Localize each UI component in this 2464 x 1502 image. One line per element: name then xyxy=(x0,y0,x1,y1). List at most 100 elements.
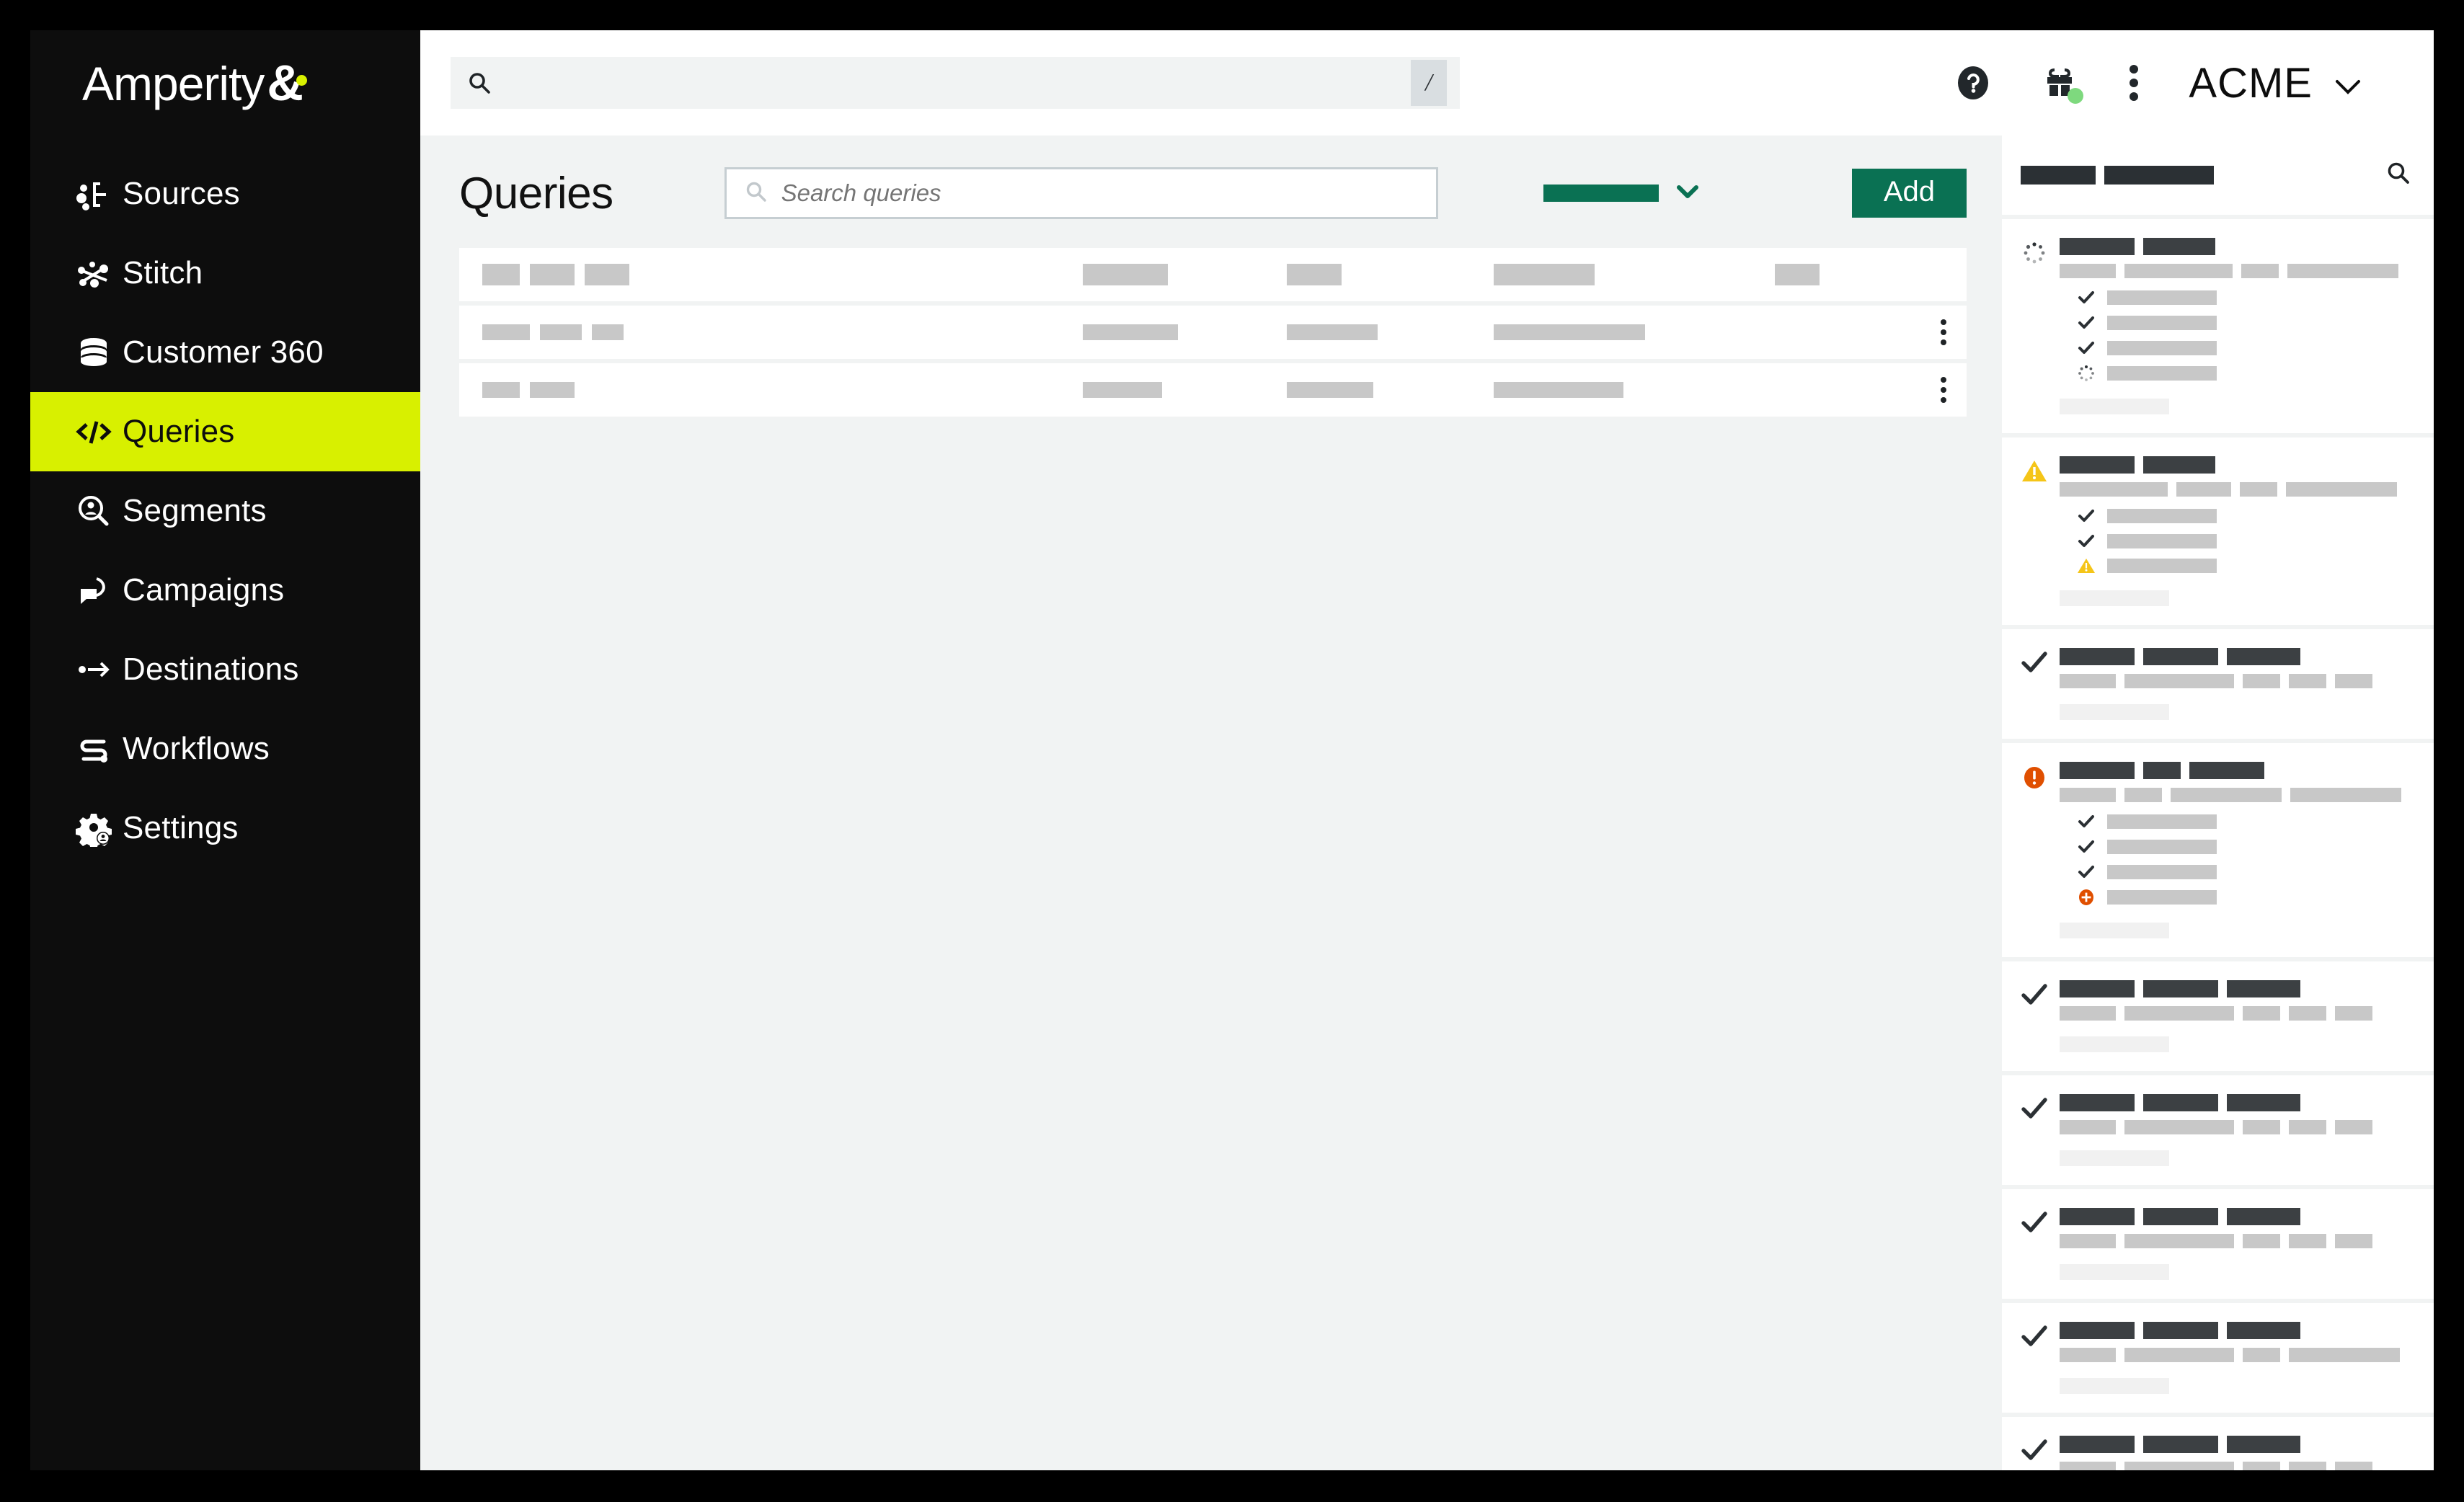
skeleton-bar xyxy=(2243,1006,2280,1021)
skeleton-bar xyxy=(2240,482,2277,497)
sidebar-item-stitch[interactable]: Stitch xyxy=(30,234,420,313)
sidebar-item-label: Settings xyxy=(123,810,239,845)
search-icon xyxy=(744,179,768,208)
activity-item[interactable] xyxy=(2002,961,2434,1071)
skeleton-bar xyxy=(2107,865,2217,879)
activity-item-meta-redacted xyxy=(2060,1120,2415,1134)
app-logo[interactable]: Amperity & xyxy=(30,30,420,135)
error-circle-icon xyxy=(2021,762,2048,938)
add-button[interactable]: Add xyxy=(1851,169,1967,218)
skeleton-bar xyxy=(2060,456,2135,474)
activity-item-meta-redacted xyxy=(2060,788,2415,802)
sidebar-item-workflows[interactable]: Workflows xyxy=(30,709,420,788)
sidebar-item-destinations[interactable]: Destinations xyxy=(30,630,420,709)
sidebar-item-queries[interactable]: Queries xyxy=(30,392,420,471)
skeleton-bar xyxy=(2060,264,2116,278)
global-search[interactable]: / xyxy=(451,57,1460,109)
activity-item-meta-redacted xyxy=(2060,264,2415,278)
activity-item[interactable] xyxy=(2002,1417,2434,1470)
skeleton-bar xyxy=(2289,1006,2326,1021)
table-cell-name xyxy=(459,264,1083,285)
activity-item[interactable] xyxy=(2002,1075,2434,1185)
check-icon xyxy=(2021,980,2048,1052)
skeleton-bar xyxy=(2124,1006,2234,1021)
activity-subitem xyxy=(2075,507,2415,525)
table-cell-c xyxy=(1287,264,1494,285)
skeleton-bar xyxy=(2107,534,2217,548)
sidebar-item-segments[interactable]: Segments xyxy=(30,471,420,551)
row-kebab-menu-icon[interactable] xyxy=(1941,377,1946,403)
skeleton-bar xyxy=(1494,264,1595,285)
activity-item-footer-redacted xyxy=(2060,1378,2169,1394)
gift-icon[interactable] xyxy=(2040,63,2084,104)
skeleton-bar xyxy=(2060,1436,2135,1453)
skeleton-bar xyxy=(2289,1462,2326,1470)
activity-item-meta-redacted xyxy=(2060,482,2415,497)
activity-item-body xyxy=(2060,1436,2415,1470)
table-cell-d xyxy=(1494,324,1775,340)
activity-item-title-redacted xyxy=(2060,762,2415,779)
help-circle-icon[interactable] xyxy=(1954,63,1993,102)
sidebar-item-label: Campaigns xyxy=(123,572,285,608)
activity-item[interactable] xyxy=(2002,219,2434,433)
body-row: Queries Search queries Add xyxy=(420,135,2434,1470)
global-search-input[interactable] xyxy=(495,71,1411,95)
skeleton-bar xyxy=(2060,762,2135,779)
row-kebab-menu-icon[interactable] xyxy=(1941,319,1946,345)
search-icon[interactable] xyxy=(2385,160,2412,191)
queries-search[interactable] xyxy=(724,167,1438,219)
activity-panel-title-redacted xyxy=(2021,166,2214,185)
table-cell-e xyxy=(1775,264,1967,285)
skeleton-bar xyxy=(1287,324,1378,340)
destinations-icon xyxy=(75,651,120,688)
logo-text: Amperity xyxy=(82,57,265,110)
skeleton-bar xyxy=(2243,1120,2280,1134)
check-icon xyxy=(2075,863,2097,881)
sidebar-item-label: Segments xyxy=(123,493,267,528)
skeleton-bar xyxy=(2143,238,2215,255)
activity-item[interactable] xyxy=(2002,629,2434,739)
sidebar-item-sources[interactable]: Sources xyxy=(30,154,420,234)
sidebar-item-campaigns[interactable]: Campaigns xyxy=(30,551,420,630)
warning-triangle-icon xyxy=(2021,456,2048,606)
org-switcher[interactable]: ACME xyxy=(2189,59,2405,107)
table-row[interactable] xyxy=(459,248,1967,301)
topbar-icon-group: ACME xyxy=(1954,59,2434,107)
skeleton-bar xyxy=(2107,890,2217,905)
skeleton-bar xyxy=(2289,1234,2326,1248)
skeleton-bar xyxy=(2287,264,2398,278)
skeleton-bar xyxy=(2107,814,2217,829)
sidebar-item-customer-360[interactable]: Customer 360 xyxy=(30,313,420,392)
skeleton-bar xyxy=(2176,482,2231,497)
table-row[interactable] xyxy=(459,363,1967,417)
table-cell-name xyxy=(459,324,1083,340)
content-column: / ACME Queries Search queries Add xyxy=(420,30,2434,1470)
check-icon xyxy=(2075,837,2097,856)
activity-item-body xyxy=(2060,762,2415,938)
activity-item[interactable] xyxy=(2002,743,2434,957)
check-icon xyxy=(2021,1094,2048,1166)
skeleton-bar xyxy=(2060,1006,2116,1021)
skeleton-bar xyxy=(2107,316,2217,330)
org-name-label: ACME xyxy=(2189,59,2313,107)
activity-subitem xyxy=(2075,339,2415,357)
queries-filter-select[interactable] xyxy=(1543,183,1701,204)
skeleton-bar xyxy=(585,264,629,285)
activity-item[interactable] xyxy=(2002,1303,2434,1413)
sidebar-item-settings[interactable]: Settings xyxy=(30,788,420,868)
activity-item-title-redacted xyxy=(2060,456,2415,474)
queries-search-input[interactable] xyxy=(768,179,1436,207)
app-window: Amperity & Sources Stitch Customer 360 Q… xyxy=(30,30,2434,1470)
activity-item[interactable] xyxy=(2002,1189,2434,1299)
skeleton-bar xyxy=(2335,1462,2372,1470)
activity-item-footer-redacted xyxy=(2060,1036,2169,1052)
skeleton-bar xyxy=(2143,648,2218,665)
table-cell-d xyxy=(1494,382,1775,398)
activity-item[interactable] xyxy=(2002,437,2434,625)
skeleton-bar xyxy=(2227,1208,2300,1225)
skeleton-bar xyxy=(2060,788,2116,802)
sidebar-item-label: Destinations xyxy=(123,652,299,687)
kebab-menu-icon[interactable] xyxy=(2127,61,2141,105)
skeleton-bar xyxy=(2107,840,2217,854)
table-row[interactable] xyxy=(459,306,1967,359)
